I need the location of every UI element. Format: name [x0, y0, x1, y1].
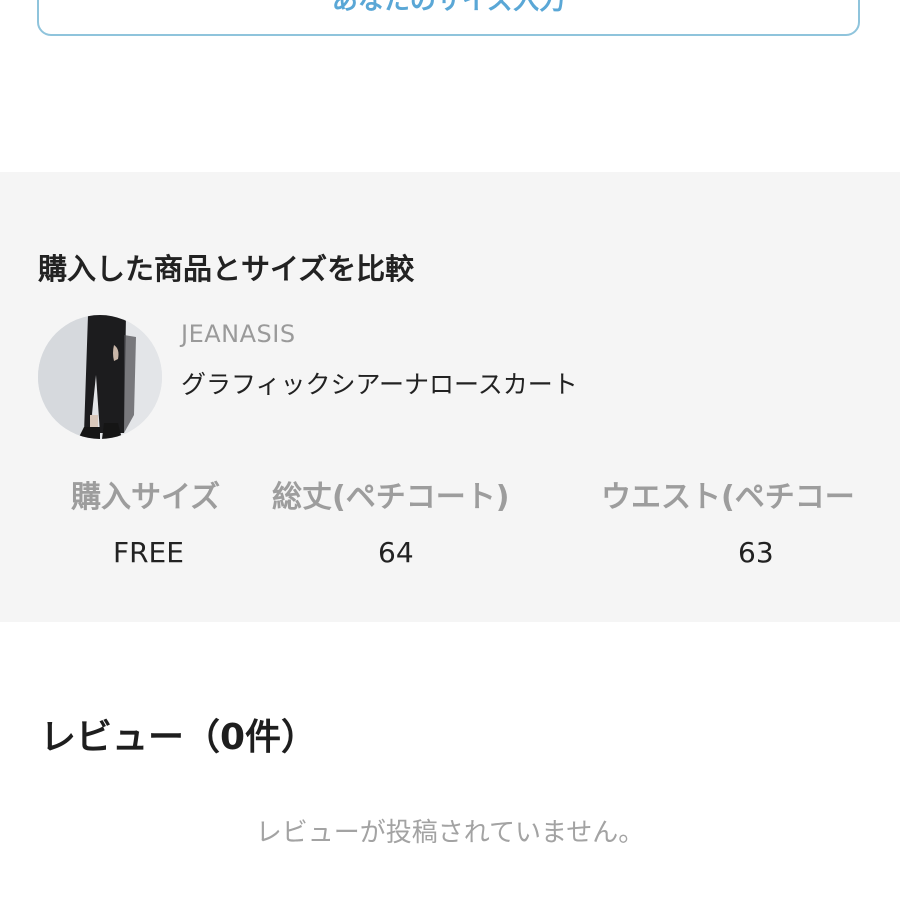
- size-value-waist: 63: [738, 536, 774, 569]
- size-value-length: 64: [378, 536, 414, 569]
- product-photo-image: [38, 315, 162, 439]
- my-size-input-label: あなたのサイズ入力: [331, 0, 566, 16]
- size-header-length: 総丈(ペチコート): [272, 480, 510, 515]
- size-compare-heading: 購入した商品とサイズを比較: [38, 252, 415, 286]
- size-value-purchased: FREE: [113, 536, 184, 569]
- size-compare-section: 購入した商品とサイズを比較 JEANASIS グラフィックシアーナロースカート …: [0, 172, 900, 622]
- size-header-purchased: 購入サイズ: [71, 480, 221, 515]
- product-name[interactable]: グラフィックシアーナロースカート: [181, 365, 578, 401]
- size-header-waist: ウエスト(ペチコー: [601, 480, 855, 515]
- reviews-empty-message: レビューが投稿されていません。: [255, 818, 645, 848]
- product-brand[interactable]: JEANASIS: [181, 320, 296, 348]
- product-thumbnail[interactable]: [38, 315, 162, 439]
- my-size-input-button[interactable]: あなたのサイズ入力: [37, 0, 860, 36]
- reviews-heading: レビュー（0件）: [40, 717, 318, 758]
